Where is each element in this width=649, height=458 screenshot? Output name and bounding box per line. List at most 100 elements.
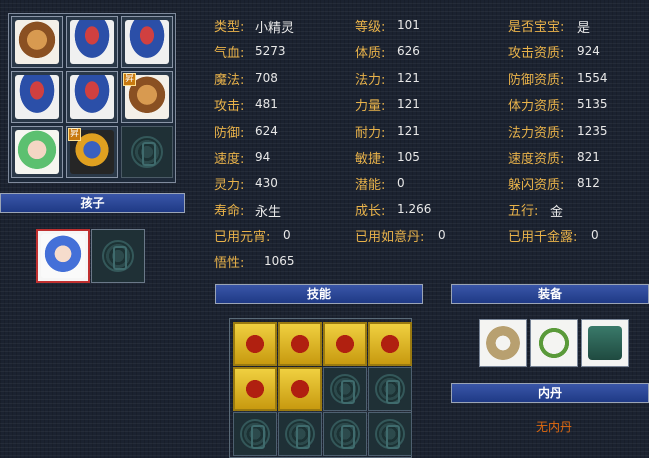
end-label: 耐力:	[355, 126, 386, 141]
equip-slot-armor[interactable]	[581, 319, 629, 367]
skills-grid	[229, 318, 412, 458]
empty-slot-icon	[131, 136, 163, 168]
end-value: 121	[397, 124, 420, 138]
equip-slot-ring[interactable]	[530, 319, 578, 367]
agi-label: 敏捷:	[355, 152, 386, 167]
inner-pill-header: 内丹	[451, 383, 649, 403]
monkey-sage-pet-icon	[15, 20, 59, 64]
empty-slot-icon	[375, 419, 405, 449]
atk-label: 攻击:	[214, 99, 245, 114]
skill-icon	[241, 375, 269, 403]
hp-apt-value: 5135	[577, 97, 608, 111]
equip-slot-collar[interactable]	[479, 319, 527, 367]
empty-slot-icon	[330, 374, 360, 404]
shell-pet-icon	[15, 75, 59, 119]
spd-value: 94	[255, 150, 271, 164]
growth-value: 1.266	[397, 202, 432, 216]
def-label: 防御:	[214, 126, 245, 141]
pot-label: 潜能:	[355, 178, 386, 193]
skill-slot-7[interactable]	[323, 367, 367, 411]
empty-slot-icon	[285, 419, 315, 449]
con-label: 体质:	[355, 46, 386, 61]
skill-slot-6[interactable]	[278, 367, 322, 411]
mag-label: 法力:	[355, 73, 386, 88]
pet-slot-1[interactable]	[11, 16, 63, 68]
armor-icon	[588, 326, 622, 360]
pet-slot-4[interactable]	[11, 71, 63, 123]
empty-slot-icon	[330, 419, 360, 449]
atk-value: 481	[255, 97, 278, 111]
baby-label: 是否宝宝:	[508, 20, 565, 35]
pet-slot-9[interactable]	[121, 126, 173, 178]
empty-slot-icon	[375, 374, 405, 404]
empty-slot-icon	[102, 240, 134, 272]
spd-apt-value: 821	[577, 150, 600, 164]
skill-icon	[286, 330, 314, 358]
vine-ring-icon	[537, 326, 571, 360]
def-apt-value: 1554	[577, 71, 608, 85]
skill-slot-10[interactable]	[278, 412, 322, 456]
wuxing-value: 1065	[264, 254, 295, 268]
pet-slot-2[interactable]	[66, 16, 118, 68]
skill-icon	[286, 375, 314, 403]
hp-apt-label: 体力资质:	[508, 99, 565, 114]
sp-value: 430	[255, 176, 278, 190]
level-label: 等级:	[355, 20, 386, 35]
mag-apt-label: 法力资质:	[508, 126, 565, 141]
hp-label: 气血:	[214, 46, 245, 61]
pot-value: 0	[397, 176, 405, 190]
skill-icon	[376, 330, 404, 358]
pet-slot-5[interactable]	[66, 71, 118, 123]
atk-apt-label: 攻击资质:	[508, 46, 565, 61]
equipment-header: 装备	[451, 284, 649, 304]
str-label: 力量:	[355, 99, 386, 114]
child-slot-2[interactable]	[91, 229, 145, 283]
mp-value: 708	[255, 71, 278, 85]
child-portrait-icon	[41, 234, 85, 278]
skill-slot-2[interactable]	[278, 322, 322, 366]
shell-pet-icon	[70, 75, 114, 119]
spd-label: 速度:	[214, 152, 245, 167]
str-value: 121	[397, 97, 420, 111]
pet-slot-6[interactable]: 昇	[121, 71, 173, 123]
qianjin-value: 0	[591, 228, 599, 242]
skills-header: 技能	[215, 284, 423, 304]
pet-list-grid: 昇 昇	[8, 13, 176, 183]
bracer-icon	[486, 326, 520, 360]
ruyi-label: 已用如意丹:	[355, 230, 425, 245]
skill-slot-5[interactable]	[233, 367, 277, 411]
pet-slot-3[interactable]	[121, 16, 173, 68]
child-header: 孩子	[0, 193, 185, 213]
ascend-badge: 昇	[68, 128, 82, 141]
def-value: 624	[255, 124, 278, 138]
ruyi-value: 0	[438, 228, 446, 242]
skill-slot-8[interactable]	[368, 367, 412, 411]
mag-value: 121	[397, 71, 420, 85]
child-slot-1[interactable]	[36, 229, 90, 283]
growth-label: 成长:	[355, 204, 386, 219]
pet-slot-7[interactable]	[11, 126, 63, 178]
empty-slot-icon	[240, 419, 270, 449]
green-hair-girl-pet-icon	[15, 130, 59, 174]
skill-icon	[241, 330, 269, 358]
life-label: 寿命:	[214, 204, 245, 219]
dodge-apt-value: 812	[577, 176, 600, 190]
spd-apt-label: 速度资质:	[508, 152, 565, 167]
yuanxiao-label: 已用元宵:	[214, 230, 271, 245]
skill-slot-9[interactable]	[233, 412, 277, 456]
skill-slot-11[interactable]	[323, 412, 367, 456]
ascend-badge: 昇	[123, 73, 137, 86]
level-value: 101	[397, 18, 420, 32]
skill-slot-12[interactable]	[368, 412, 412, 456]
hp-value: 5273	[255, 44, 286, 58]
atk-apt-value: 924	[577, 44, 600, 58]
skill-slot-3[interactable]	[323, 322, 367, 366]
yuanxiao-value: 0	[283, 228, 291, 242]
type-label: 类型:	[214, 20, 245, 35]
sp-label: 灵力:	[214, 178, 245, 193]
skill-slot-1[interactable]	[233, 322, 277, 366]
pet-slot-8[interactable]: 昇	[66, 126, 118, 178]
element-value: 金	[550, 205, 564, 220]
skill-slot-4[interactable]	[368, 322, 412, 366]
baby-value: 是	[577, 21, 591, 36]
